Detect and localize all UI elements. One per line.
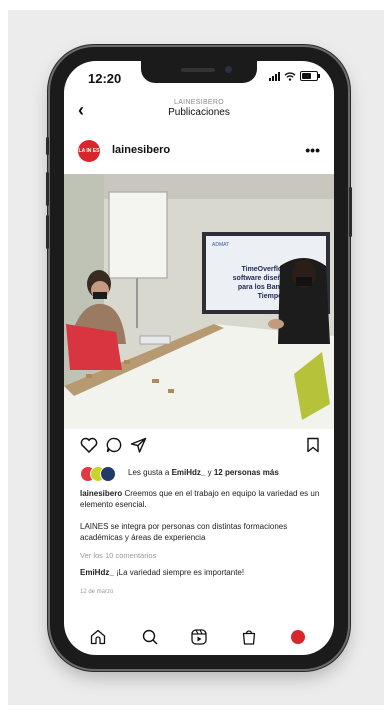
power-button xyxy=(349,187,352,237)
save-icon[interactable] xyxy=(306,437,320,453)
view-comments-link[interactable]: Ver los 10 comentarios xyxy=(80,551,156,560)
post-username[interactable]: lainesibero xyxy=(112,144,170,156)
post-photo[interactable]: ADMAT TimeOverflow: El software diseñado… xyxy=(64,174,334,429)
signal-icon xyxy=(269,71,280,81)
likes-row[interactable]: Les gusta a EmiHdz_ y 12 personas más xyxy=(80,465,320,482)
wifi-icon xyxy=(284,71,296,81)
more-icon[interactable]: ••• xyxy=(305,142,320,158)
volume-down-button xyxy=(46,215,49,249)
liker-username[interactable]: EmiHdz_ xyxy=(172,468,206,477)
speaker xyxy=(181,68,215,72)
post-actions xyxy=(64,435,334,459)
comment: EmiHdz_ ¡La variedad siempre es importan… xyxy=(80,568,245,577)
status-time: 12:20 xyxy=(88,71,122,86)
nav-title: Publicaciones xyxy=(168,107,230,118)
caption-paragraph-2: LAINES se integra por personas con disti… xyxy=(80,522,288,542)
meeting-photo: ADMAT TimeOverflow: El software diseñado… xyxy=(64,174,334,429)
volume-up-button xyxy=(46,172,49,206)
search-icon[interactable] xyxy=(138,625,162,649)
post-date: 12 de marzo xyxy=(80,589,114,595)
like-icon[interactable] xyxy=(80,437,98,453)
front-camera xyxy=(225,66,232,73)
phone-screen: 12:20 ‹ LAINESIBERO Publicaciones LA IN … xyxy=(64,61,334,655)
svg-text:Tiempo: Tiempo xyxy=(258,293,283,300)
caption-paragraph-1: lainesibero Creemos que en el trabajo en… xyxy=(80,489,320,509)
liker-avatar xyxy=(100,466,116,482)
notch xyxy=(141,61,257,83)
nav-titles: LAINESIBERO Publicaciones xyxy=(64,99,334,118)
likes-count[interactable]: 12 personas más xyxy=(214,468,279,477)
post-header: LA IN ES lainesibero ••• xyxy=(64,135,334,173)
status-icons xyxy=(269,71,320,81)
slide-header: ADMAT xyxy=(212,242,229,248)
profile-avatar xyxy=(291,630,305,644)
nav-bar: ‹ LAINESIBERO Publicaciones xyxy=(64,99,334,129)
caption-username[interactable]: lainesibero xyxy=(80,489,122,498)
mute-switch xyxy=(46,137,49,155)
liker-avatars xyxy=(80,466,120,482)
likes-text: Les gusta a EmiHdz_ y 12 personas más xyxy=(128,468,279,477)
shop-icon[interactable] xyxy=(237,625,261,649)
profile-icon[interactable] xyxy=(286,625,310,649)
avatar[interactable]: LA IN ES xyxy=(78,140,100,162)
comment-username[interactable]: EmiHdz_ xyxy=(80,568,114,577)
share-icon[interactable] xyxy=(130,437,147,453)
nav-username: LAINESIBERO xyxy=(174,99,224,106)
comment-icon[interactable] xyxy=(106,437,123,453)
home-icon[interactable] xyxy=(86,625,110,649)
battery-icon xyxy=(300,71,320,81)
phone-frame: 12:20 ‹ LAINESIBERO Publicaciones LA IN … xyxy=(46,47,352,669)
tab-bar xyxy=(64,623,334,651)
reels-icon[interactable] xyxy=(187,625,211,649)
